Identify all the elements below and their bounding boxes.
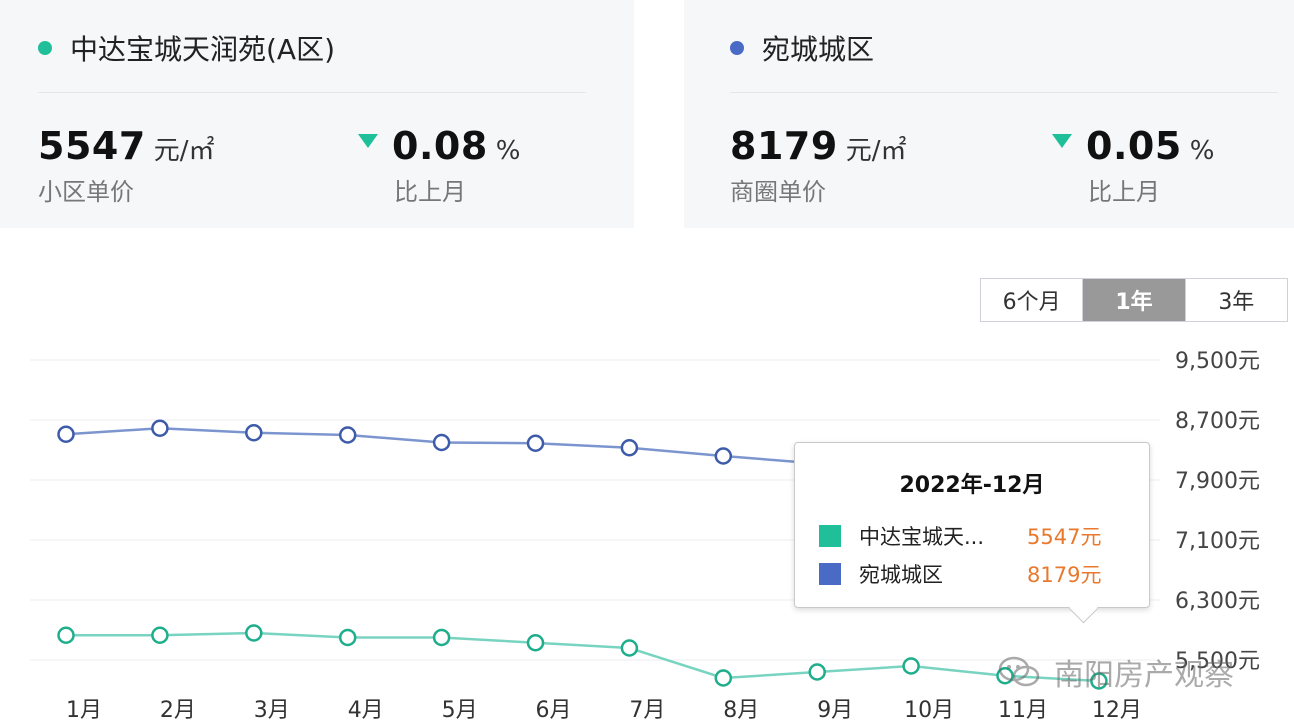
watermark-text: 南阳房产观察 <box>1054 658 1234 693</box>
community-data-point <box>57 626 75 644</box>
district-data-point <box>57 425 75 443</box>
x-tick-label: 10月 <box>904 698 954 723</box>
community-data-point <box>808 663 826 681</box>
community-change: 0.08% 比上月 <box>358 124 520 207</box>
change-unit: % <box>1189 136 1215 166</box>
district-data-point <box>526 434 545 452</box>
tooltip-series-name: 宛城城区 <box>859 563 943 587</box>
district-name: 宛城城区 <box>762 33 875 66</box>
y-tick-label: 7,100元 <box>1175 529 1260 554</box>
change-label: 比上月 <box>394 178 466 206</box>
x-tick-label: 4月 <box>348 698 384 723</box>
legend-swatch <box>819 525 841 547</box>
community-series-line <box>66 631 1099 683</box>
district-data-point <box>620 439 639 457</box>
x-tick-label: 2月 <box>160 698 196 723</box>
x-tick-label: 1月 <box>66 698 102 723</box>
legend-swatch <box>819 563 841 585</box>
community-data-point <box>714 669 733 687</box>
x-tick-label: 8月 <box>723 698 759 723</box>
community-dot-icon <box>38 41 52 55</box>
district-change: 0.05% 比上月 <box>1052 124 1214 207</box>
y-tick-label: 7,900元 <box>1175 469 1260 494</box>
price-unit: 元/㎡ <box>153 136 215 166</box>
x-tick-label: 11月 <box>998 698 1048 723</box>
price-value: 5547 <box>38 124 146 168</box>
y-tick-label: 9,500元 <box>1175 349 1260 374</box>
y-tick-label: 8,700元 <box>1175 409 1260 434</box>
wechat-icon <box>998 656 1040 687</box>
tooltip-row-community: 中达宝城天... 5547元 <box>819 521 1101 551</box>
change-label: 比上月 <box>1088 178 1160 206</box>
down-arrow-icon <box>1052 133 1072 148</box>
divider <box>38 92 586 93</box>
district-data-point <box>432 433 451 452</box>
x-tick-label: 3月 <box>254 698 290 723</box>
community-price: 5547 元/㎡ 小区单价 <box>38 124 215 207</box>
change-unit: % <box>495 136 521 166</box>
district-data-point <box>151 419 169 437</box>
x-tick-label: 7月 <box>629 698 665 723</box>
x-tick-label: 9月 <box>817 698 853 723</box>
community-price-card: 中达宝城天润苑(A区) 5547 元/㎡ 小区单价 0.08% 比上月 <box>0 0 634 228</box>
district-price-card: 宛城城区 8179 元/㎡ 商圈单价 0.05% 比上月 <box>684 0 1294 228</box>
tooltip-series-value: 5547元 <box>1027 525 1102 549</box>
tooltip-series-name: 中达宝城天... <box>859 525 985 549</box>
chart-tooltip: 2022年-12月 中达宝城天... 5547元 宛城城区 8179元 <box>794 442 1150 624</box>
community-data-point <box>526 634 545 652</box>
tab-1-year[interactable]: 1年 <box>1082 279 1185 321</box>
x-tick-label: 6月 <box>536 698 572 723</box>
tooltip-title: 2022年-12月 <box>899 473 1045 498</box>
district-dot-icon <box>730 41 744 55</box>
divider <box>730 92 1278 93</box>
community-name: 中达宝城天润苑(A区) <box>70 33 336 66</box>
district-data-point <box>245 424 263 442</box>
price-label: 小区单价 <box>38 178 134 206</box>
district-data-point <box>714 447 733 465</box>
price-value: 8179 <box>730 124 838 168</box>
price-label: 商圈单价 <box>730 178 826 206</box>
district-price: 8179 元/㎡ 商圈单价 <box>730 124 907 207</box>
district-data-point <box>338 426 357 444</box>
tab-6-months[interactable]: 6个月 <box>981 279 1082 321</box>
community-data-point <box>151 626 169 644</box>
watermark: 南阳房产观察 <box>998 650 1234 694</box>
x-tick-label: 12月 <box>1092 698 1142 723</box>
community-data-point <box>338 628 357 647</box>
tab-3-years[interactable]: 3年 <box>1184 279 1287 321</box>
price-unit: 元/㎡ <box>845 136 907 166</box>
card-title: 宛城城区 <box>730 28 874 68</box>
community-data-point <box>620 639 639 657</box>
change-value: 0.08 <box>392 124 488 168</box>
tooltip-row-district: 宛城城区 8179元 <box>819 559 1101 589</box>
community-data-point <box>245 624 263 642</box>
down-arrow-icon <box>358 133 378 148</box>
range-tabs: 6个月 1年 3年 <box>980 278 1288 322</box>
tooltip-series-value: 8179元 <box>1027 563 1102 587</box>
change-value: 0.05 <box>1086 124 1182 168</box>
x-tick-label: 5月 <box>442 698 478 723</box>
y-tick-label: 6,300元 <box>1175 589 1260 614</box>
community-data-point <box>902 657 920 675</box>
card-title: 中达宝城天润苑(A区) <box>38 28 335 68</box>
community-data-point <box>432 628 451 647</box>
